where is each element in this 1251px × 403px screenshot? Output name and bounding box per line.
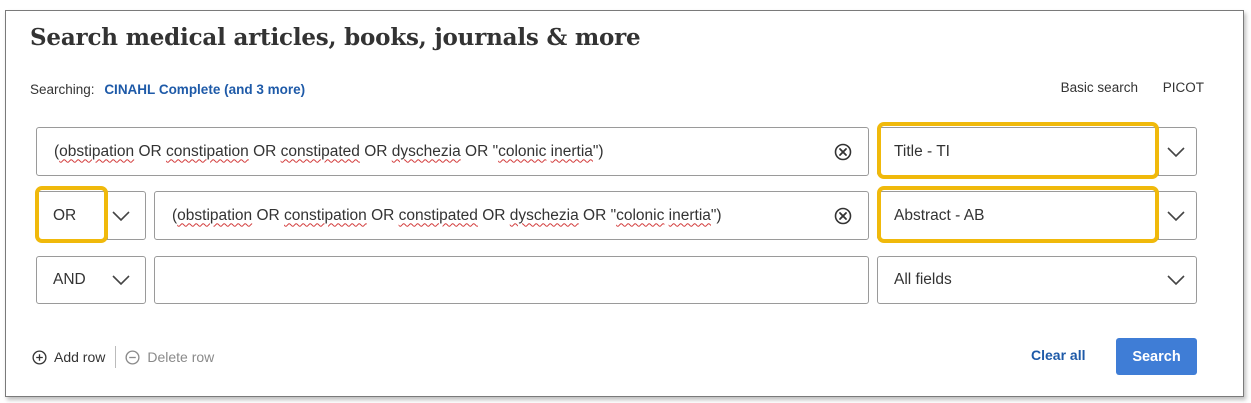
field-select-value-row-1: Title - TI (894, 142, 950, 160)
delete-row-label: Delete row (147, 349, 215, 365)
chevron-down-icon (1167, 275, 1185, 286)
search-input-row-2[interactable]: (obstipation OR constipation OR constipa… (154, 191, 869, 240)
boolean-operator-value-row-2: OR (53, 206, 77, 224)
chevron-down-icon (112, 210, 130, 221)
search-button[interactable]: Search (1116, 338, 1197, 375)
field-select-row-1[interactable]: Title - TI (877, 127, 1197, 176)
divider (115, 346, 117, 368)
databases-link[interactable]: CINAHL Complete (and 3 more) (104, 82, 305, 97)
boolean-operator-select-row-3[interactable]: AND (36, 256, 146, 304)
chevron-down-icon (112, 275, 130, 286)
delete-row-button[interactable]: Delete row (125, 349, 214, 365)
add-row-button[interactable]: Add row (32, 349, 105, 365)
field-select-value-row-2: Abstract - AB (894, 206, 985, 224)
chevron-down-icon (1167, 146, 1185, 157)
boolean-operator-value-row-3: AND (53, 271, 86, 288)
minus-circle-icon (125, 349, 140, 365)
page-title: Search medical articles, books, journals… (30, 24, 641, 51)
plus-circle-icon (32, 349, 47, 365)
searching-label: Searching: (30, 82, 95, 97)
clear-all-link[interactable]: Clear all (1031, 347, 1085, 363)
add-row-label: Add row (54, 349, 106, 365)
clear-circle-x-icon[interactable] (834, 207, 852, 225)
field-select-row-2[interactable]: Abstract - AB (877, 191, 1197, 240)
searching-info: Searching: CINAHL Complete (and 3 more) (30, 82, 305, 97)
picot-link[interactable]: PICOT (1163, 80, 1204, 95)
chevron-down-icon (1167, 210, 1185, 221)
row-actions: Add row Delete row (32, 346, 214, 368)
search-mode-links: Basic search PICOT (1040, 80, 1204, 95)
query-text-row-1: (obstipation OR constipation OR constipa… (54, 142, 604, 160)
field-select-value-row-3: All fields (894, 271, 952, 288)
boolean-operator-select-row-2[interactable]: OR (36, 191, 146, 240)
search-input-row-1[interactable]: (obstipation OR constipation OR constipa… (36, 127, 869, 176)
query-text-row-2: (obstipation OR constipation OR constipa… (172, 206, 722, 224)
clear-circle-x-icon[interactable] (834, 143, 852, 161)
basic-search-link[interactable]: Basic search (1061, 80, 1138, 95)
search-input-row-3[interactable] (154, 256, 869, 304)
field-select-row-3[interactable]: All fields (877, 256, 1197, 304)
